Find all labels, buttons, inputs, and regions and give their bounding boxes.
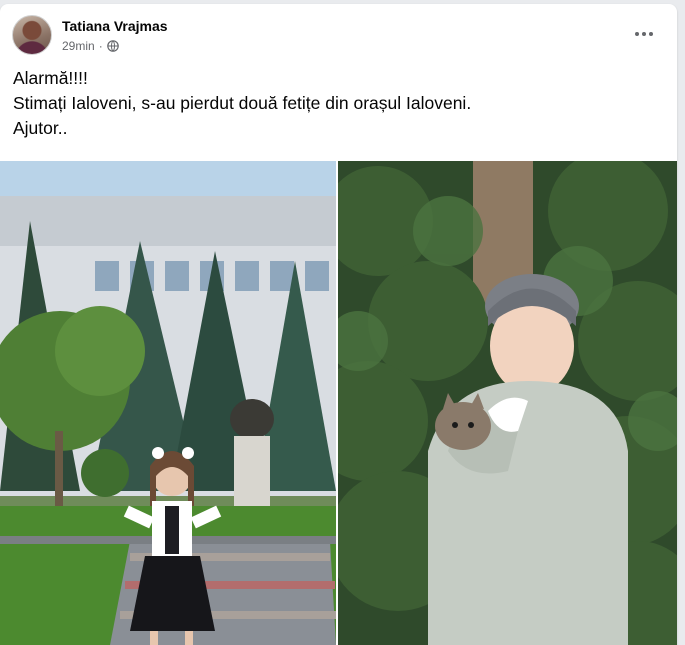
- meta-separator: ·: [98, 39, 103, 53]
- more-options-icon[interactable]: [628, 22, 660, 46]
- globe-icon: [106, 40, 119, 52]
- post-text: Alarmă!!!! Stimați Ialoveni, s-au pierdu…: [13, 66, 653, 141]
- photo-girl-school-uniform[interactable]: [0, 161, 336, 645]
- post-text-line: Alarmă!!!!: [13, 68, 88, 88]
- post-text-line: Stimați Ialoveni, s-au pierdut două feti…: [13, 93, 472, 113]
- post-meta: 29min ·: [62, 39, 119, 53]
- photo-grid: [0, 161, 677, 645]
- author-name[interactable]: Tatiana Vrajmas: [62, 18, 168, 34]
- post-card: Tatiana Vrajmas 29min · Alarmă!!!! Stima…: [0, 4, 677, 645]
- post-time[interactable]: 29min: [62, 39, 95, 53]
- author-avatar[interactable]: [12, 15, 52, 55]
- photo-girl-with-kitten[interactable]: [338, 161, 677, 645]
- post-text-line: Ajutor..: [13, 118, 68, 138]
- post-header: Tatiana Vrajmas 29min ·: [12, 14, 662, 56]
